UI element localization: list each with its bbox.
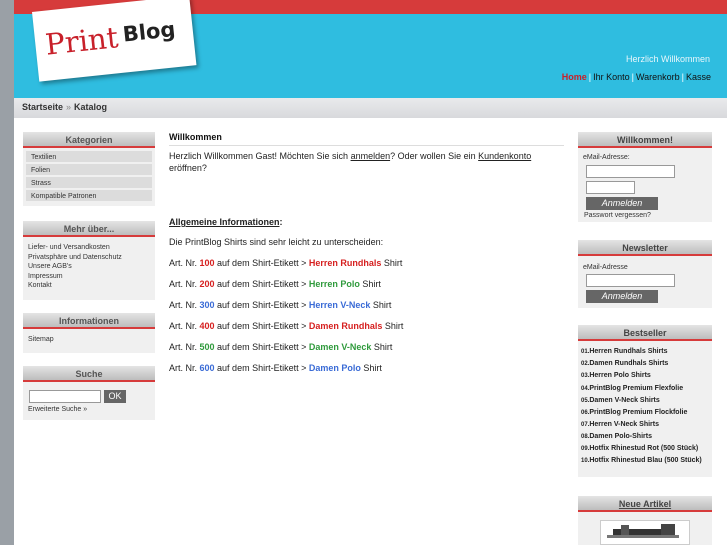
category-item[interactable]: Folien [26,164,152,177]
newsletter-box: Newsletter eMail-Adresse Anmelden [578,240,712,308]
new-articles-box: Neue Artikel [578,496,712,545]
product-damen-vneck: Damen V-Neck [308,342,372,352]
search-title: Suche [23,366,155,382]
nav-home[interactable]: Home [562,72,587,82]
login-link[interactable]: anmelden [351,151,391,161]
bestseller-item[interactable]: 08.Damen Polo-Shirts [578,431,712,443]
bestseller-item[interactable]: 07.Herren V-Neck Shirts [578,419,712,431]
bestseller-item[interactable]: 05.Damen V-Neck Shirts [578,395,712,407]
search-input[interactable] [29,390,101,403]
login-button[interactable]: Anmelden [586,197,658,210]
informationen-title: Informationen [23,313,155,329]
new-articles-title-text: Neue Artikel [618,499,672,509]
product-herren-polo: Herren Polo [308,279,360,289]
main-content: Willkommen Herzlich Willkommen Gast! Möc… [169,132,564,374]
breadcrumb-separator: » [66,102,72,112]
page-title: Willkommen [169,132,564,146]
sitemap-link[interactable]: Sitemap [23,335,155,345]
article-line: Art. Nr. 400 auf dem Shirt-Etikett > Dam… [169,321,404,331]
categories-box: Kategorien Textilien Folien Strass Kompa… [23,132,155,206]
article-line: Art. Nr. 300 auf dem Shirt-Etikett > Her… [169,300,392,310]
more-link[interactable]: Kontakt [23,281,155,291]
logo-print-text: Print [43,20,120,62]
login-box: Willkommen! eMail-Adresse: Anmelden Pass… [578,132,712,222]
newsletter-email-label: eMail-Adresse [583,264,628,271]
newsletter-button[interactable]: Anmelden [586,290,658,303]
category-item[interactable]: Kompatible Patronen [26,190,152,203]
categories-title: Kategorien [23,132,155,148]
search-box: Suche OK Erweiterte Suche » [23,366,155,420]
search-ok-button[interactable]: OK [104,390,126,403]
bestseller-item[interactable]: 10.Hotfix Rhinestud Blau (500 Stück) [578,456,712,466]
nav-warenkorb[interactable]: Warenkorb [636,72,680,82]
more-about-title: Mehr über... [23,221,155,237]
nav-ihr-konto[interactable]: Ihr Konto [593,72,630,82]
email-label: eMail-Adresse: [583,154,630,161]
product-damen-rundhals: Damen Rundhals [308,321,383,331]
bestseller-item[interactable]: 02.Damen Rundhals Shirts [578,358,712,370]
welcome-text-part: eröffnen? [169,163,207,173]
bestseller-item[interactable]: 06.PrintBlog Premium Flockfolie [578,407,712,419]
nav-kasse[interactable]: Kasse [686,72,711,82]
welcome-text-part: ? Oder wollen Sie ein [390,151,479,161]
logo-blog-text: Blog [121,17,177,47]
create-account-link[interactable]: Kundenkonto [478,151,531,161]
more-link[interactable]: Privatsphäre und Datenschutz [23,253,155,263]
page: Print Blog Herzlich Willkommen Home | Ih… [14,0,727,545]
more-about-box: Mehr über... Liefer- und Versandkosten P… [23,221,155,300]
category-item[interactable]: Strass [26,177,152,190]
info-heading: Allgemeine Informationen: [169,216,564,228]
info-heading-colon: : [279,217,283,227]
breadcrumb-katalog[interactable]: Katalog [74,102,107,112]
header: Print Blog Herzlich Willkommen Home | Ih… [14,0,727,98]
email-field[interactable] [586,165,675,178]
more-link[interactable]: Liefer- und Versandkosten [23,243,155,253]
info-heading-text: Allgemeine Informationen [169,217,280,227]
printblog-logo[interactable]: Print Blog [32,0,197,82]
top-navigation: Home | Ihr Konto | Warenkorb | Kasse [562,72,711,82]
login-title: Willkommen! [578,132,712,148]
more-link[interactable]: Unsere AGB's [23,262,155,272]
newsletter-title: Newsletter [578,240,712,256]
product-herren-rundhals: Herren Rundhals [308,258,382,268]
breadcrumb: Startseite» Katalog [22,102,107,112]
newsletter-email-field[interactable] [586,274,675,287]
nav-separator: | [681,72,684,82]
nav-separator: | [631,72,634,82]
breadcrumb-bar: Startseite» Katalog [14,98,727,118]
bestseller-item[interactable]: 01.Herren Rundhals Shirts [578,346,712,358]
article-line: Art. Nr. 200 auf dem Shirt-Etikett > Her… [169,279,381,289]
bestseller-item[interactable]: 04.PrintBlog Premium Flexfolie [578,383,712,395]
article-line: Art. Nr. 500 auf dem Shirt-Etikett > Dam… [169,342,393,352]
article-line: Art. Nr. 100 auf dem Shirt-Etikett > Her… [169,258,403,268]
new-articles-title[interactable]: Neue Artikel [578,496,712,512]
product-damen-polo: Damen Polo [308,363,361,373]
bestseller-item[interactable]: 09.Hotfix Rhinestud Rot (500 Stück) [578,444,712,454]
nav-separator: | [588,72,592,82]
informationen-box: Informationen Sitemap [23,313,155,353]
article-line: Art. Nr. 600 auf dem Shirt-Etikett > Dam… [169,363,382,373]
machine-image-icon [607,524,679,538]
header-welcome: Herzlich Willkommen [625,54,710,64]
more-link[interactable]: Impressum [23,272,155,282]
info-text: Die PrintBlog Shirts sind sehr leicht zu… [169,237,384,247]
new-article-image[interactable] [600,520,690,545]
breadcrumb-startseite[interactable]: Startseite [22,102,63,112]
welcome-text-part: Herzlich Willkommen Gast! Möchten Sie si… [169,151,351,161]
product-herren-vneck: Herren V-Neck [308,300,371,310]
advanced-search-link[interactable]: Erweiterte Suche » [23,405,87,415]
password-field[interactable] [586,181,635,194]
category-item[interactable]: Textilien [26,151,152,164]
bestseller-box: Bestseller 01.Herren Rundhals Shirts 02.… [578,325,712,477]
forgot-password-link[interactable]: Passwort vergessen? [579,211,651,221]
bestseller-item[interactable]: 03.Herren Polo Shirts [578,370,712,382]
welcome-text: Herzlich Willkommen Gast! Möchten Sie si… [169,150,564,174]
bestseller-title: Bestseller [578,325,712,341]
